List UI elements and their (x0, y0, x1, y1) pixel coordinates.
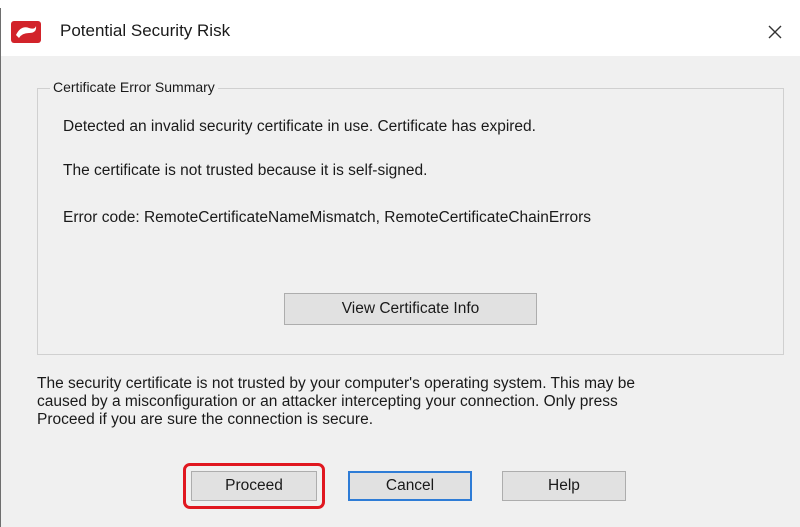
view-certificate-button[interactable]: View Certificate Info (284, 293, 537, 325)
expired-message: Detected an invalid security certificate… (63, 118, 536, 135)
self-signed-message: The certificate is not trusted because i… (63, 162, 428, 179)
error-code-message: Error code: RemoteCertificateNameMismatc… (63, 209, 592, 226)
close-icon[interactable] (760, 17, 790, 47)
footer-warning: The security certificate is not trusted … (37, 375, 777, 429)
proceed-button[interactable]: Proceed (191, 471, 317, 501)
dialog-window: Potential Security Risk Certificate Erro… (0, 8, 800, 527)
window-title: Potential Security Risk (60, 21, 231, 40)
title-bar: Potential Security Risk (1, 8, 800, 56)
footer-line: Proceed if you are sure the connection i… (37, 411, 374, 428)
footer-line: The security certificate is not trusted … (37, 375, 635, 392)
footer-line: caused by a misconfiguration or an attac… (37, 393, 618, 410)
help-button[interactable]: Help (502, 471, 626, 501)
app-logo-icon (11, 21, 41, 43)
cancel-button[interactable]: Cancel (348, 471, 472, 501)
group-legend: Certificate Error Summary (50, 79, 218, 95)
top-strip (0, 0, 800, 8)
